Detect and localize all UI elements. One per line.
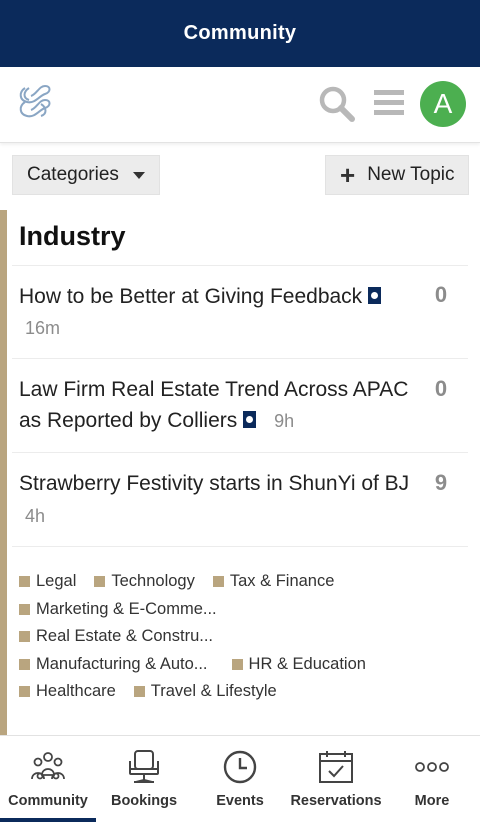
community-icon <box>31 752 65 780</box>
subcategory-label: Travel & Lifestyle <box>150 682 277 701</box>
divider <box>12 546 468 547</box>
calendar-check-icon <box>319 751 353 783</box>
subcategory-row: Legal Technology Tax & Finance <box>19 568 469 596</box>
divider <box>12 358 468 359</box>
subcategory-label: HR & Education <box>248 654 366 673</box>
reply-count: 0 <box>434 282 448 307</box>
subcategory-label: Healthcare <box>36 682 116 701</box>
subcategory-row: Marketing & E-Comme... <box>19 596 469 624</box>
subcategory-link[interactable]: Real Estate & Constru... <box>19 627 213 646</box>
reply-count: 0 <box>434 376 448 401</box>
nav-bookings[interactable]: Bookings <box>96 736 192 822</box>
subcategory-link[interactable]: Technology <box>94 572 195 591</box>
subcategory-link[interactable]: Marketing & E-Comme... <box>19 600 217 619</box>
nav-label: Community <box>8 793 88 809</box>
topic-title-text: Law Firm Real Estate Trend Across APAC <box>19 378 409 401</box>
new-topic-label: New Topic <box>367 164 455 185</box>
nav-label: Events <box>216 793 264 809</box>
topic-age: 4h <box>25 506 46 526</box>
square-icon <box>19 603 30 615</box>
divider <box>12 452 468 453</box>
subcategory-link[interactable]: Travel & Lifestyle <box>133 682 277 701</box>
plus-icon: + <box>340 160 356 190</box>
topic-age: 16m <box>25 318 61 338</box>
subcategory-row: Healthcare Travel & Lifestyle <box>19 678 469 706</box>
nav-reservations[interactable]: Reservations <box>288 736 384 822</box>
categories-label: Categories <box>27 164 119 185</box>
subcategory-label: Legal <box>36 572 77 591</box>
subcategory-label: Manufacturing & Auto... <box>36 654 208 673</box>
avatar-letter: A <box>433 88 453 119</box>
subcategory-row: Real Estate & Constru... <box>19 623 469 651</box>
category-title: Industry <box>19 221 126 251</box>
nav-community[interactable]: Community <box>0 736 96 822</box>
subcategory-link[interactable]: HR & Education <box>231 654 366 674</box>
nav-events[interactable]: Events <box>192 736 288 822</box>
new-topic-button[interactable]: + New Topic <box>325 155 469 195</box>
avatar[interactable]: A <box>420 81 466 127</box>
subcategory-label: Tax & Finance <box>229 572 335 591</box>
topic-title-link[interactable]: How to be Better at Giving Feedback <box>19 281 424 312</box>
subcategory-link[interactable]: Legal <box>19 572 76 591</box>
topic-title-text: How to be Better at Giving Feedback <box>19 285 363 308</box>
subcategory-label: Marketing & E-Comme... <box>36 599 217 618</box>
square-icon <box>19 658 30 670</box>
more-dots-icon <box>415 762 449 772</box>
reply-count: 9 <box>434 470 448 495</box>
square-icon <box>19 631 30 643</box>
nav-label: Reservations <box>290 793 382 809</box>
pinned-icon <box>243 411 257 428</box>
category-color-bar <box>0 210 7 738</box>
caret-down-icon <box>132 171 145 179</box>
subcategory-link[interactable]: Healthcare <box>19 682 116 701</box>
subcategory-link[interactable]: Manufacturing & Auto... <box>19 655 208 674</box>
subcategory-link[interactable]: Tax & Finance <box>212 572 335 591</box>
square-icon <box>231 658 243 670</box>
subcategory-label: Technology <box>111 572 195 591</box>
square-icon <box>94 576 106 588</box>
nav-label: Bookings <box>110 793 178 809</box>
pinned-icon <box>368 287 382 304</box>
chair-icon <box>129 750 159 783</box>
divider <box>12 265 468 266</box>
square-icon <box>19 686 30 698</box>
nav-label: More <box>414 793 450 809</box>
categories-dropdown[interactable]: Categories <box>12 155 160 195</box>
subcategory-label: Real Estate & Constru... <box>36 627 213 646</box>
clock-icon <box>223 750 257 784</box>
logo-icon[interactable] <box>17 82 53 122</box>
topic-title-link[interactable]: Law Firm Real Estate Trend Across APAC a… <box>19 374 424 437</box>
topic-title-text: as Reported by Colliers <box>19 409 238 432</box>
square-icon <box>212 576 224 588</box>
bottom-navigation: Community Bookings Events Reservations M… <box>0 735 480 822</box>
subcategory-row: Manufacturing & Auto... HR & Education <box>19 651 469 679</box>
nav-more[interactable]: More <box>384 736 480 822</box>
topic-age: 9h <box>274 411 295 431</box>
active-tab-indicator <box>0 818 96 822</box>
topic-title-text: Strawberry Festivity starts in ShunYi of… <box>19 472 410 495</box>
hamburger-menu-icon[interactable] <box>372 87 406 119</box>
app-header: A <box>0 67 480 143</box>
square-icon <box>133 686 145 698</box>
subcategory-list: Legal Technology Tax & Finance Marketing… <box>19 568 469 706</box>
search-icon[interactable] <box>318 85 356 123</box>
title-bar: Community <box>0 0 480 67</box>
square-icon <box>19 576 30 588</box>
topic-title-link[interactable]: Strawberry Festivity starts in ShunYi of… <box>19 468 424 499</box>
screen-title: Community <box>183 22 297 44</box>
